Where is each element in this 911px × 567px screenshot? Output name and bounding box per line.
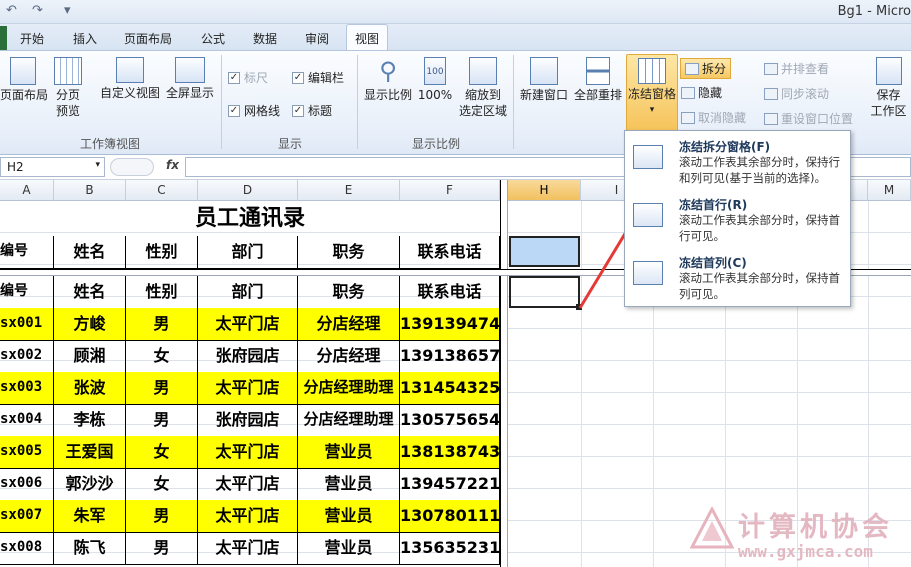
freeze-panes-icon	[633, 145, 663, 169]
watermark-logo-icon	[690, 507, 734, 549]
menu-item-freeze-panes[interactable]: 冻结拆分窗格(F) 滚动工作表其余部分时，保持行和列可见(基于当前的选择)。	[625, 133, 850, 190]
watermark-text: 计算机协会	[738, 512, 893, 543]
freeze-top-row-icon	[633, 203, 663, 227]
menu-item-freeze-first-column[interactable]: 冻结首列(C) 滚动工作表其余部分时，保持首列可见。	[625, 249, 850, 306]
freeze-panes-menu: 冻结拆分窗格(F) 滚动工作表其余部分时，保持行和列可见(基于当前的选择)。 冻…	[624, 130, 851, 307]
freeze-first-column-icon	[633, 261, 663, 285]
watermark: 计算机协会 www.gxjmca.com	[690, 505, 910, 567]
watermark-url: www.gxjmca.com	[738, 542, 873, 561]
menu-item-freeze-top-row[interactable]: 冻结首行(R) 滚动工作表其余部分时，保持首行可见。	[625, 191, 850, 248]
